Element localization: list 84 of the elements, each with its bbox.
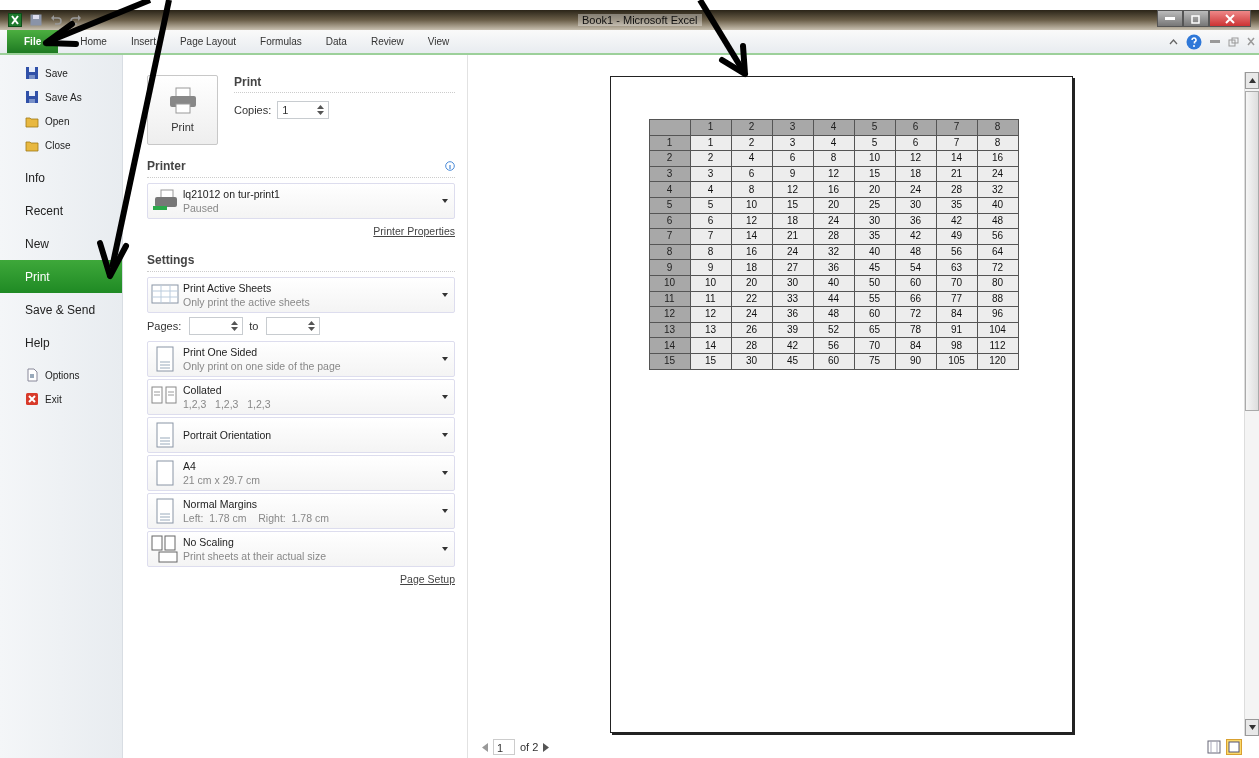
close-icon bbox=[1225, 13, 1235, 24]
spinner-arrows-icon[interactable] bbox=[308, 320, 316, 332]
setting-dropdown[interactable]: Portrait Orientation bbox=[147, 417, 455, 453]
ribbon-tab[interactable]: Formulas bbox=[248, 30, 314, 53]
page-number-field[interactable]: 1 bbox=[493, 739, 515, 755]
save-as-icon bbox=[25, 90, 39, 104]
copies-field[interactable]: 1 bbox=[277, 101, 330, 119]
minimize-button[interactable] bbox=[1157, 10, 1183, 27]
ribbon-tab[interactable]: Insert bbox=[118, 30, 168, 53]
excel-logo-icon bbox=[8, 13, 22, 27]
column-header: 8 bbox=[977, 119, 1018, 136]
menu-item[interactable]: Save bbox=[0, 61, 122, 85]
menu-item[interactable]: New bbox=[0, 227, 122, 260]
from-page-field[interactable] bbox=[189, 317, 244, 335]
column-header: 4 bbox=[813, 119, 854, 136]
close-icon[interactable] bbox=[1247, 37, 1255, 46]
setting-dropdown[interactable]: Collated 1,2,3 1,2,3 1,2,3 bbox=[147, 379, 455, 415]
to-label: to bbox=[249, 320, 259, 332]
setting-dropdown[interactable]: Print One Sided Only print on one side of the page bbox=[147, 341, 455, 377]
window-title: Book1 - Microsoft Excel bbox=[578, 14, 702, 26]
info-icon[interactable] bbox=[445, 161, 455, 171]
collapse-ribbon-icon[interactable] bbox=[1169, 38, 1178, 45]
close-button[interactable] bbox=[1209, 10, 1251, 27]
menu-item[interactable]: Options bbox=[0, 363, 122, 387]
page-count: of 2 bbox=[520, 741, 539, 753]
redo-icon[interactable] bbox=[70, 14, 82, 26]
setting-dropdown[interactable]: Print Active Sheets Only print the active sheets bbox=[147, 277, 455, 313]
printer-properties-link[interactable]: Printer Properties bbox=[373, 225, 455, 237]
options-icon bbox=[25, 368, 39, 382]
pages-label: Pages: bbox=[147, 320, 182, 332]
scroll-up-icon[interactable] bbox=[1248, 78, 1256, 83]
spinner-arrows-icon[interactable] bbox=[317, 104, 325, 116]
restore-button[interactable] bbox=[1183, 10, 1209, 27]
menu-item[interactable]: Close bbox=[0, 133, 122, 157]
minimize-icon[interactable] bbox=[1210, 39, 1220, 44]
menu-item[interactable]: Recent bbox=[0, 194, 122, 227]
scrollbar[interactable] bbox=[1244, 72, 1259, 736]
folder-icon bbox=[25, 114, 39, 128]
column-header: 7 bbox=[936, 119, 977, 136]
folder-icon bbox=[25, 138, 39, 152]
setting-dropdown[interactable]: A4 21 cm x 29.7 cm bbox=[147, 455, 455, 491]
section-heading: Settings bbox=[147, 253, 195, 267]
help-icon[interactable] bbox=[1186, 33, 1202, 50]
column-header: 2 bbox=[731, 119, 772, 136]
section-heading: Printer bbox=[147, 159, 186, 173]
ribbon-tab[interactable]: Home bbox=[68, 30, 119, 53]
previous-page-icon[interactable] bbox=[482, 742, 488, 752]
scroll-down-icon[interactable] bbox=[1248, 725, 1256, 730]
menu-item[interactable]: Save As bbox=[0, 85, 122, 109]
printer-icon bbox=[167, 87, 198, 115]
menu-item[interactable]: Print bbox=[0, 260, 122, 293]
exit-icon bbox=[25, 392, 39, 406]
minimize-icon bbox=[1165, 16, 1175, 21]
copies-label: Copies: bbox=[234, 104, 272, 116]
next-page-icon[interactable] bbox=[543, 742, 550, 752]
save-icon[interactable] bbox=[30, 14, 42, 26]
restore-icon bbox=[1191, 13, 1201, 24]
menu-item[interactable]: Save & Send bbox=[0, 293, 122, 326]
table-corner-cell bbox=[649, 119, 690, 136]
menu-item[interactable]: Help bbox=[0, 326, 122, 359]
setting-dropdown[interactable]: No Scaling Print sheets at their actual size bbox=[147, 531, 455, 567]
column-header: 6 bbox=[895, 119, 936, 136]
ribbon-tab[interactable]: Page Layout bbox=[167, 30, 249, 53]
column-header: 3 bbox=[772, 119, 813, 136]
menu-item[interactable]: Exit bbox=[0, 387, 122, 411]
page-setup-link[interactable]: Page Setup bbox=[400, 573, 455, 585]
save-icon bbox=[25, 66, 39, 80]
ribbon-tab[interactable]: Review bbox=[358, 30, 416, 53]
to-page-field[interactable] bbox=[266, 317, 321, 335]
undo-icon[interactable] bbox=[50, 14, 62, 26]
show-margins-icon[interactable] bbox=[1207, 740, 1221, 754]
ribbon-tab[interactable]: View bbox=[415, 30, 462, 53]
ribbon-tab[interactable]: Data bbox=[313, 30, 359, 53]
setting-dropdown[interactable]: Normal Margins Left: 1.78 cm Right: 1.78 cm bbox=[147, 493, 455, 529]
column-header: 1 bbox=[690, 119, 731, 136]
print-button[interactable]: Print bbox=[147, 75, 218, 145]
menu-item[interactable]: Info bbox=[0, 161, 122, 194]
zoom-to-page-icon[interactable] bbox=[1226, 739, 1242, 755]
column-header: 5 bbox=[854, 119, 895, 136]
menu-item[interactable]: Open bbox=[0, 109, 122, 133]
scaling-icon bbox=[151, 535, 179, 563]
section-heading: Print bbox=[234, 75, 455, 93]
spinner-arrows-icon[interactable] bbox=[231, 320, 239, 332]
printer-dropdown[interactable]: lq21012 on tur-print1 Paused bbox=[147, 183, 455, 219]
